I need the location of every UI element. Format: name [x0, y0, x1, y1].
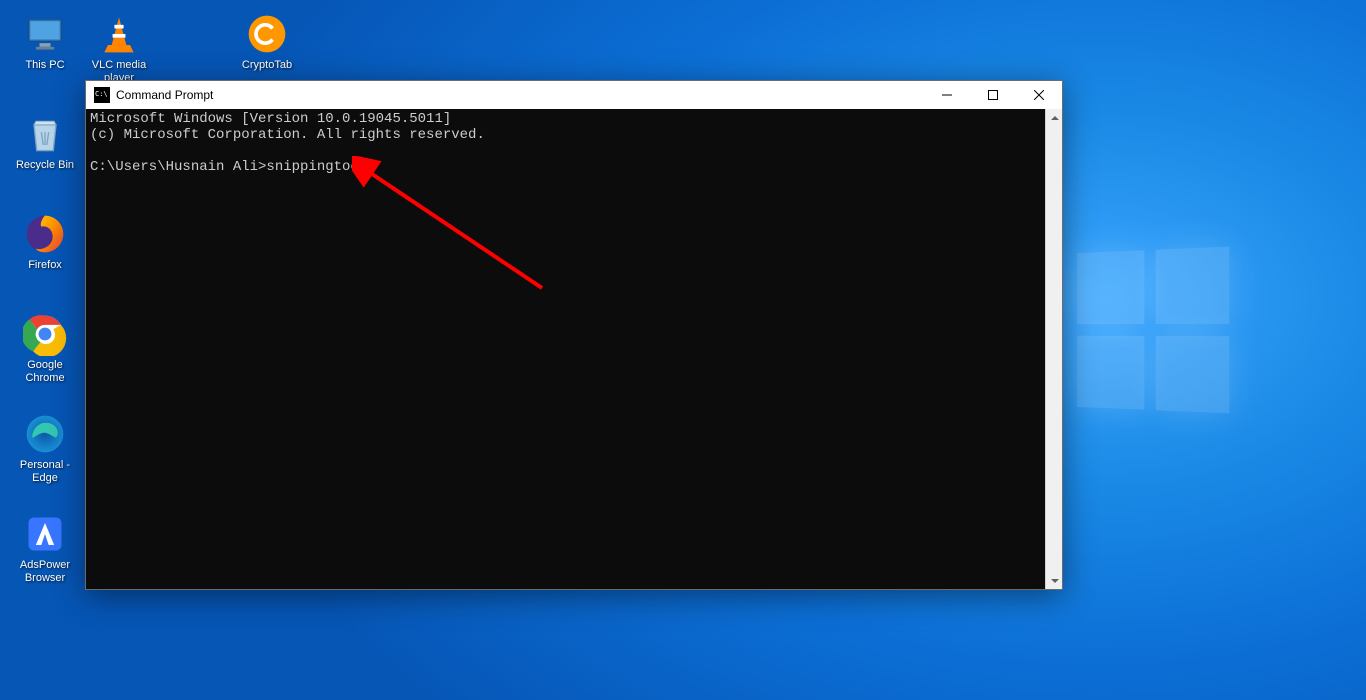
adspower-icon [23, 512, 67, 556]
desktop-icon-recycle-bin[interactable]: Recycle Bin [8, 108, 82, 202]
close-icon [1034, 90, 1044, 100]
window-title: Command Prompt [116, 88, 213, 102]
icon-label: CryptoTab [242, 59, 292, 72]
monitor-icon [23, 12, 67, 56]
cryptotab-icon [245, 12, 289, 56]
vlc-cone-icon [97, 12, 141, 56]
desktop-icon-personal-edge[interactable]: Personal - Edge [8, 408, 82, 502]
command-prompt-window[interactable]: Command Prompt Microsoft Windows [Versio… [85, 80, 1063, 590]
chrome-icon [23, 312, 67, 356]
chevron-up-icon [1051, 114, 1059, 122]
icon-label: Personal - Edge [9, 459, 81, 484]
scroll-up-button[interactable] [1046, 109, 1063, 126]
minimize-icon [942, 90, 952, 100]
icon-label: Firefox [28, 259, 62, 272]
desktop-icon-this-pc[interactable]: This PC [8, 8, 82, 102]
icon-label: This PC [25, 59, 64, 72]
cmd-icon [94, 87, 110, 103]
icon-label: Recycle Bin [16, 159, 74, 172]
vertical-scrollbar[interactable] [1045, 109, 1062, 589]
terminal-area[interactable]: Microsoft Windows [Version 10.0.19045.50… [86, 109, 1045, 589]
window-controls [924, 81, 1062, 109]
icon-label: Google Chrome [9, 359, 81, 384]
minimize-button[interactable] [924, 81, 970, 109]
desktop[interactable]: This PC Recycle Bin Firefox Google Chrom… [0, 0, 1366, 700]
chevron-down-icon [1051, 577, 1059, 585]
desktop-icon-firefox[interactable]: Firefox [8, 208, 82, 302]
icon-label: AdsPower Browser [9, 559, 81, 584]
desktop-icon-google-chrome[interactable]: Google Chrome [8, 308, 82, 402]
terminal-line: (c) Microsoft Corporation. All rights re… [90, 127, 485, 143]
close-button[interactable] [1016, 81, 1062, 109]
scroll-down-button[interactable] [1046, 572, 1063, 589]
terminal-line: Microsoft Windows [Version 10.0.19045.50… [90, 111, 451, 127]
recycle-bin-icon [23, 112, 67, 156]
terminal-prompt-line: C:\Users\Husnain Ali>snippingtool [90, 159, 367, 175]
edge-icon [23, 412, 67, 456]
maximize-button[interactable] [970, 81, 1016, 109]
desktop-icon-adspower-browser[interactable]: AdsPower Browser [8, 508, 82, 602]
maximize-icon [988, 90, 998, 100]
firefox-icon [23, 212, 67, 256]
windows-wallpaper-logo [1077, 247, 1229, 414]
titlebar[interactable]: Command Prompt [86, 81, 1062, 109]
